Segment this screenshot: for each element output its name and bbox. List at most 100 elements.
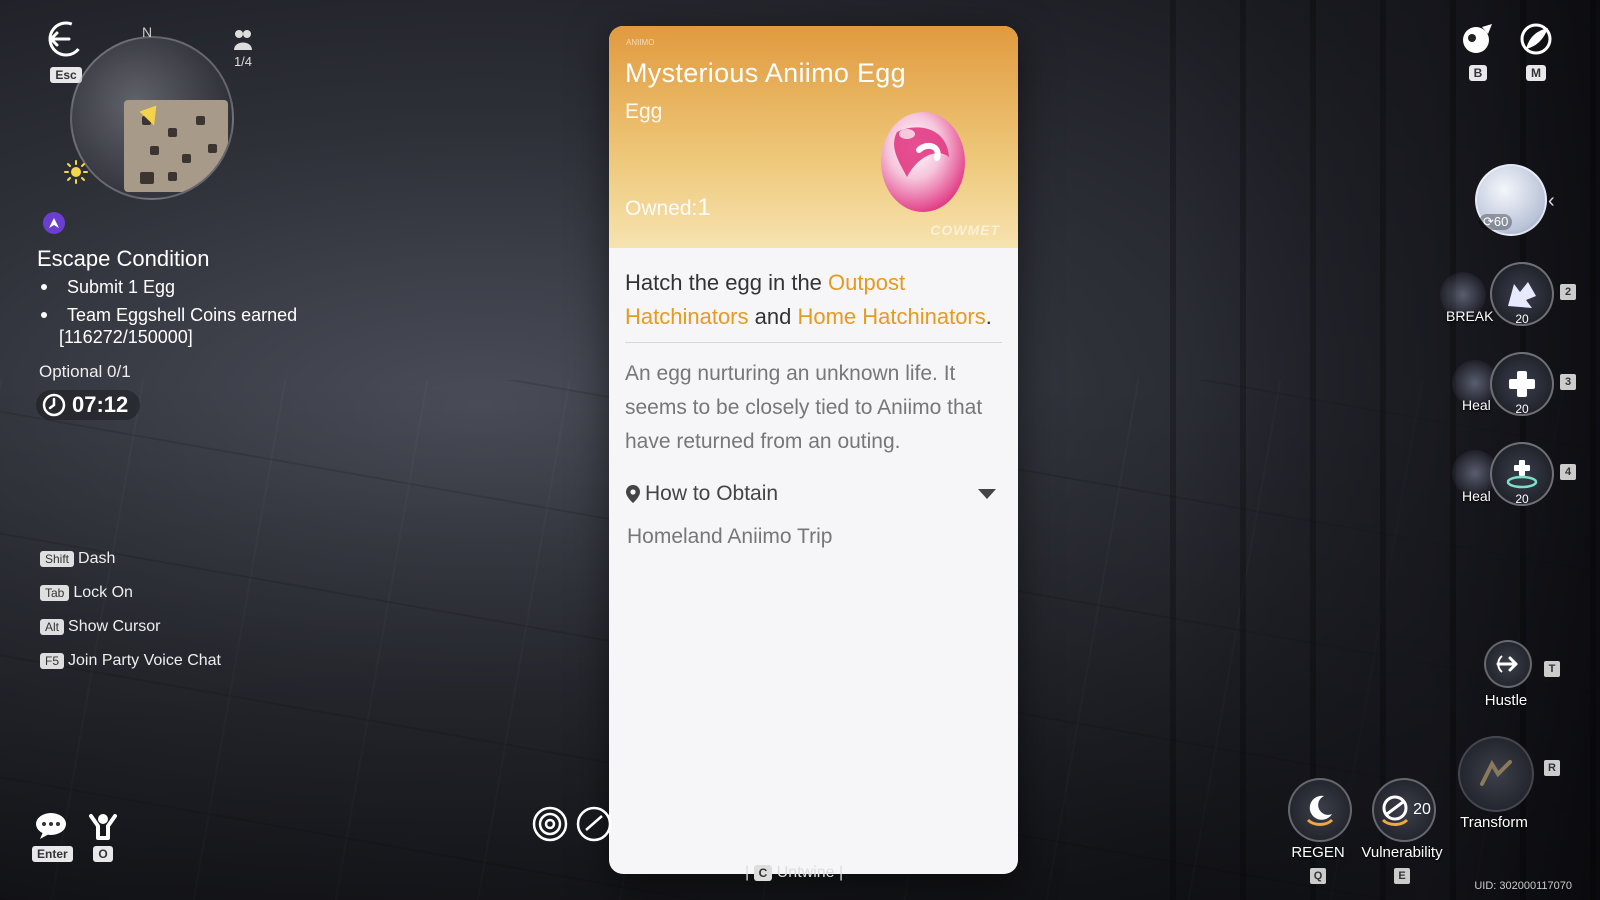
bottom-skill-icons (532, 806, 612, 842)
hustle-keycap: T (1544, 661, 1560, 677)
skill-slot-break[interactable]: 20 (1490, 262, 1554, 326)
item-type: Egg (625, 100, 663, 123)
regen-label: REGEN (1291, 844, 1345, 861)
regen-keycap: Q (1310, 868, 1326, 884)
untwine-label: Untwine (776, 864, 835, 881)
owned-count: Owned:1 (625, 194, 711, 221)
skill-keycap: 2 (1560, 284, 1576, 300)
item-card-header: ANIIMO Mysterious Aniimo Egg Egg Owned:1… (609, 26, 1018, 248)
wolf-icon (1508, 282, 1536, 308)
objective-item: Submit 1 Egg (37, 276, 367, 298)
skill-label: Heal (1462, 488, 1491, 504)
hint-dash: Shift Dash (40, 542, 221, 576)
emote-button[interactable]: O (88, 812, 118, 863)
hint-label: Join Party Voice Chat (68, 652, 221, 669)
link-home-hatchinators[interactable]: Home Hatchinators (797, 304, 985, 329)
item-description: An egg nurturing an unknown life. It see… (625, 362, 983, 453)
hint-label: Show Cursor (68, 618, 161, 635)
hint-keycap: Tab (40, 585, 70, 601)
hint-voice-chat: F5 Join Party Voice Chat (40, 644, 221, 678)
untwine-icon[interactable] (576, 806, 612, 842)
objective-title: Escape Condition (37, 246, 210, 271)
item-title: Mysterious Aniimo Egg (625, 58, 906, 88)
egg-icon (881, 112, 965, 212)
pet-level: ⟳60 (1479, 214, 1513, 230)
skill-slot-heal-1[interactable]: 20 (1490, 352, 1554, 416)
objective-progress: [116272/150000] (59, 327, 193, 347)
user-id: UID: 302000117070 (1474, 880, 1572, 892)
objective-badge-icon (43, 212, 65, 234)
transform-keycap: R (1544, 760, 1560, 776)
map-keycap: M (1526, 65, 1546, 81)
hint-lock-on: Tab Lock On (40, 576, 221, 610)
objective-item: Team Eggshell Coins earned [116272/150000… (37, 304, 367, 348)
transform-button[interactable] (1458, 736, 1534, 812)
exit-icon (48, 21, 84, 57)
hustle-button[interactable] (1484, 640, 1532, 688)
regen-button[interactable] (1288, 778, 1352, 842)
skill-level: 20 (1515, 312, 1529, 326)
watermark-logo: COWMET (930, 222, 1000, 238)
skill-slot-heal-2[interactable]: 20 (1490, 442, 1554, 506)
aniimo-bag-icon (1463, 24, 1492, 53)
timer: 07:12 (36, 390, 141, 420)
objective-panel: Escape Condition Submit 1 Egg Team Eggsh… (37, 246, 367, 354)
skill-level: 20 (1515, 492, 1529, 506)
party-count[interactable]: 1/4 (232, 28, 254, 69)
moon-regen-icon (1306, 795, 1334, 826)
clock-icon (42, 393, 66, 417)
map-button[interactable]: M (1514, 22, 1558, 82)
spiral-icon[interactable] (532, 806, 568, 842)
location-pin-icon (626, 485, 640, 503)
emote-icon (89, 814, 117, 840)
minimap[interactable] (70, 36, 234, 200)
emote-keycap: O (93, 846, 113, 862)
chat-icon (36, 813, 66, 839)
how-to-obtain-toggle[interactable]: How to Obtain (625, 479, 1002, 509)
bag-button[interactable]: B (1456, 22, 1500, 82)
obtain-source: Homeland Aniimo Trip (627, 525, 833, 548)
party-count-text: 1/4 (233, 54, 253, 69)
item-detail-card: ANIIMO Mysterious Aniimo Egg Egg Owned:1… (609, 26, 1018, 874)
transform-label: Transform (1460, 814, 1528, 831)
timer-text: 07:12 (72, 392, 129, 417)
compass-north: N (142, 24, 153, 40)
chat-keycap: Enter (32, 846, 73, 862)
hint-keycap: Shift (40, 551, 75, 567)
compass-leaf-icon (1520, 23, 1552, 55)
hint-show-cursor: Alt Show Cursor (40, 610, 221, 644)
chevron-down-icon (978, 489, 996, 499)
vulnerability-icon (1382, 795, 1409, 826)
divider (625, 342, 1002, 343)
vulnerability-level: 20 (1413, 801, 1431, 818)
esc-keycap: Esc (50, 67, 82, 83)
untwine-keycap: C (753, 865, 773, 881)
chevron-left-icon[interactable]: ‹ (1548, 190, 1555, 213)
party-icon (234, 30, 252, 50)
hint-keycap: Alt (40, 619, 65, 635)
untwine-hint: | C Untwine | (745, 864, 844, 881)
sun-icon (64, 160, 88, 184)
hustle-label: Hustle (1484, 692, 1528, 709)
vulnerability-keycap: E (1394, 868, 1410, 884)
hint-label: Dash (78, 550, 116, 567)
vulnerability-label: Vulnerability (1361, 844, 1443, 861)
transform-icon (1480, 759, 1512, 786)
dash-arrow-icon (1496, 655, 1518, 673)
skill-keycap: 3 (1560, 374, 1576, 390)
how-to-obtain-label: How to Obtain (645, 482, 779, 505)
control-hints: Shift Dash Tab Lock On Alt Show Cursor F5 Jo… (40, 542, 221, 678)
heal-aura-icon (1506, 460, 1538, 489)
brand-tiny: ANIIMO (626, 38, 655, 47)
skill-label: Heal (1462, 397, 1491, 413)
skill-level: 20 (1515, 402, 1529, 416)
hint-label: Lock On (73, 584, 133, 601)
heal-cross-icon (1509, 371, 1535, 397)
vulnerability-button[interactable]: 20 (1372, 778, 1436, 842)
hatch-instructions: Hatch the egg in the Outpost Hatchinator… (625, 270, 992, 329)
skill-keycap: 4 (1560, 464, 1576, 480)
skill-label: BREAK (1446, 308, 1494, 324)
bag-keycap: B (1468, 65, 1488, 81)
chat-button[interactable]: Enter (32, 812, 73, 863)
hint-keycap: F5 (40, 653, 65, 669)
